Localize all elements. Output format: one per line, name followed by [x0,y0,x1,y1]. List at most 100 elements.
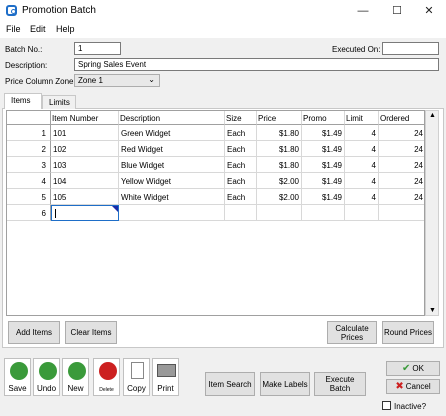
col-ordered[interactable]: Ordered [379,111,424,125]
grid-cell-promo[interactable]: $1.49 [302,125,345,141]
grid-cell-ordered[interactable]: 24 [379,173,424,189]
grid-cell-item[interactable]: 101 [51,125,119,141]
col-item-number[interactable]: Item Number [51,111,119,125]
undo-button[interactable]: Undo [33,358,60,396]
grid-cell-promo[interactable]: $1.49 [302,189,345,205]
grid-cell-ordered[interactable]: 24 [379,189,424,205]
menu-edit[interactable]: Edit [30,24,46,34]
grid-cell-limit[interactable] [345,205,379,221]
save-button[interactable]: Save [4,358,31,396]
executed-on-label: Executed On: [332,45,381,54]
grid-cell-price[interactable]: $2.00 [257,189,302,205]
grid-cell-desc[interactable] [119,205,225,221]
printer-icon [157,364,176,377]
description-input[interactable]: Spring Sales Event [74,58,439,71]
add-items-button[interactable]: Add Items [8,321,60,344]
grid-cell-price[interactable]: $1.80 [257,125,302,141]
executed-on-input[interactable] [382,42,439,55]
grid-cell-desc[interactable]: White Widget [119,189,225,205]
grid-cell-size[interactable]: Each [225,157,257,173]
grid-scrollbar[interactable]: ▲ ▼ [425,110,439,316]
new-button[interactable]: New [62,358,89,396]
inactive-label: Inactive? [394,402,427,411]
grid-cell-size[interactable]: Each [225,189,257,205]
price-zone-select[interactable]: Zone 1 ⌄ [74,74,160,87]
scroll-down-icon[interactable]: ▼ [429,307,436,314]
grid-cell-desc[interactable]: Yellow Widget [119,173,225,189]
grid-cell-item[interactable]: 103 [51,157,119,173]
grid-cell-size[interactable]: Each [225,141,257,157]
grid-cell-ordered[interactable] [379,205,424,221]
price-zone-value: Zone 1 [78,76,103,85]
delete-icon [99,362,117,380]
grid-cell-size[interactable]: Each [225,173,257,189]
execute-batch-button[interactable]: Execute Batch [314,372,366,396]
maximize-button[interactable]: ☐ [382,0,412,22]
undo-icon [39,362,57,380]
row-number: 4 [7,173,51,189]
batch-no-input[interactable]: 1 [74,42,121,55]
col-limit[interactable]: Limit [345,111,379,125]
col-price[interactable]: Price [257,111,302,125]
row-number: 1 [7,125,51,141]
grid-cell-size[interactable]: Each [225,125,257,141]
grid-cell-size[interactable] [225,205,257,221]
batch-no-label: Batch No.: [5,45,43,54]
grid-corner [7,111,51,125]
menu-file[interactable]: File [6,24,21,34]
grid-cell-limit[interactable]: 4 [345,125,379,141]
ok-button[interactable]: ✔ OK [386,361,440,376]
grid-cell-desc[interactable]: Green Widget [119,125,225,141]
item-search-button[interactable]: Item Search [205,372,255,396]
col-size[interactable]: Size [225,111,257,125]
copy-button[interactable]: Copy [123,358,150,396]
grid-cell-price[interactable]: $1.80 [257,141,302,157]
calculate-prices-button[interactable]: Calculate Prices [327,321,377,344]
grid-cell-promo[interactable]: $1.49 [302,141,345,157]
scroll-up-icon[interactable]: ▲ [429,112,436,119]
grid-cell-limit[interactable]: 4 [345,189,379,205]
tab-limits[interactable]: Limits [42,95,76,109]
grid-cell-desc[interactable]: Blue Widget [119,157,225,173]
print-button[interactable]: Print [152,358,179,396]
col-promo[interactable]: Promo [302,111,345,125]
window-title: Promotion Batch [22,5,96,16]
row-number: 2 [7,141,51,157]
menu-help[interactable]: Help [56,24,75,34]
grid-cell-ordered[interactable]: 24 [379,157,424,173]
grid-cell-item[interactable]: 105 [51,189,119,205]
x-icon: ✖ [395,381,404,392]
delete-button[interactable]: Delete [93,358,120,396]
tab-items[interactable]: Items [4,93,42,109]
grid-cell-item[interactable] [51,205,119,221]
inactive-checkbox[interactable] [382,401,391,410]
cell-edit-marker-icon [112,206,118,212]
grid-cell-limit[interactable]: 4 [345,173,379,189]
cancel-button[interactable]: ✖ Cancel [386,379,440,394]
chevron-down-icon: ⌄ [148,75,155,84]
grid-cell-item[interactable]: 102 [51,141,119,157]
grid-cell-ordered[interactable]: 24 [379,125,424,141]
grid-cell-promo[interactable]: $1.49 [302,157,345,173]
minimize-button[interactable]: — [348,0,378,22]
grid-cell-limit[interactable]: 4 [345,141,379,157]
round-prices-button[interactable]: Round Prices [382,321,434,344]
app-icon [6,5,17,16]
clear-items-button[interactable]: Clear Items [65,321,117,344]
make-labels-button[interactable]: Make Labels [260,372,310,396]
items-grid: Item Number Description Size Price Promo… [6,110,425,316]
grid-cell-price[interactable]: $1.80 [257,157,302,173]
new-icon [68,362,86,380]
grid-cell-promo[interactable]: $1.49 [302,173,345,189]
close-button[interactable]: ✕ [414,0,444,22]
grid-cell-ordered[interactable]: 24 [379,141,424,157]
copy-icon [131,362,144,379]
grid-cell-desc[interactable]: Red Widget [119,141,225,157]
grid-cell-promo[interactable] [302,205,345,221]
grid-cell-limit[interactable]: 4 [345,157,379,173]
col-description[interactable]: Description [119,111,225,125]
grid-cell-price[interactable]: $2.00 [257,173,302,189]
grid-cell-price[interactable] [257,205,302,221]
grid-cell-item[interactable]: 104 [51,173,119,189]
row-number: 5 [7,189,51,205]
